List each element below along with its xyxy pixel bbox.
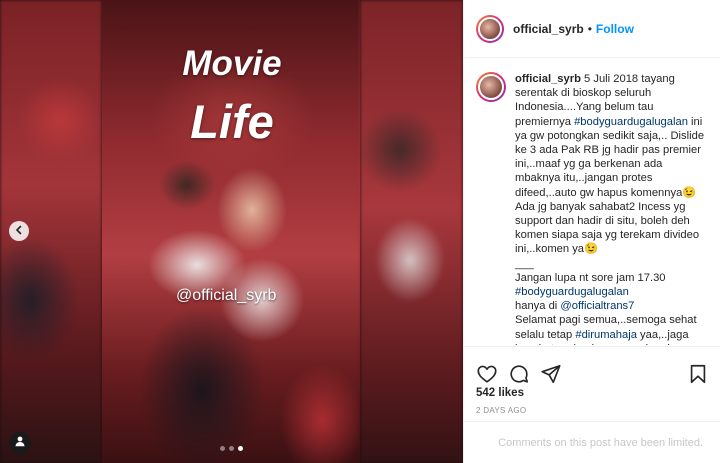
overlay-title-line2: Life [190, 95, 274, 148]
carousel-prev-button[interactable] [9, 221, 29, 241]
media-blurred-right [360, 0, 463, 463]
video-watermark: @official_syrb [176, 287, 277, 304]
post-date[interactable]: 2 DAYS AGO [476, 406, 526, 415]
overlay-title-line1: Movie [182, 44, 282, 83]
hashtag-link[interactable]: #dirumahaja [575, 329, 637, 341]
follow-button[interactable]: Follow [596, 22, 634, 36]
caption-divider: ___ [515, 257, 534, 270]
post-media[interactable]: Movie Life @official_syrb [0, 0, 463, 463]
caption-reminder: Jangan lupa nt sore jam 17.30 [515, 271, 666, 284]
hashtag-link[interactable]: #bodyguardugalugalan [515, 285, 709, 299]
post-header: official_syrb • Follow [464, 0, 720, 58]
caption-username-link[interactable]: official_syrb [515, 73, 581, 85]
header-username-link[interactable]: official_syrb [513, 22, 584, 36]
header-separator: • [587, 21, 592, 36]
action-bar [464, 346, 720, 388]
caption-channel-prefix: hanya di [515, 300, 561, 313]
caption-text-2: ini ya gw potongkan sedikit saja,.. Disl… [515, 115, 705, 256]
carousel-dot-active [238, 446, 243, 451]
share-icon[interactable] [540, 363, 562, 385]
caption-avatar[interactable] [476, 72, 506, 102]
post-caption: official_syrb 5 Juli 2018 tayang serenta… [515, 72, 709, 345]
avatar[interactable] [476, 14, 504, 43]
comment-icon[interactable] [508, 363, 530, 385]
carousel-indicator [220, 446, 243, 451]
comments-limited-notice: Comments on this post have been limited. [464, 421, 720, 463]
carousel-dot [229, 446, 234, 451]
heart-icon[interactable] [476, 363, 498, 385]
user-tag-icon [14, 434, 26, 452]
hashtag-link[interactable]: #bodyguardugalugalan [574, 116, 688, 128]
likes-count[interactable]: 542 likes [476, 387, 524, 399]
chevron-left-icon [14, 222, 24, 240]
post-side-panel: official_syrb • Follow official_syrb 5 J… [463, 0, 720, 463]
carousel-dot [220, 446, 225, 451]
mention-link[interactable]: @officialtrans7 [560, 300, 634, 312]
tagged-users-button[interactable] [9, 432, 31, 454]
bookmark-icon[interactable] [687, 363, 709, 385]
caption-area: official_syrb 5 Juli 2018 tayang serenta… [464, 58, 720, 345]
